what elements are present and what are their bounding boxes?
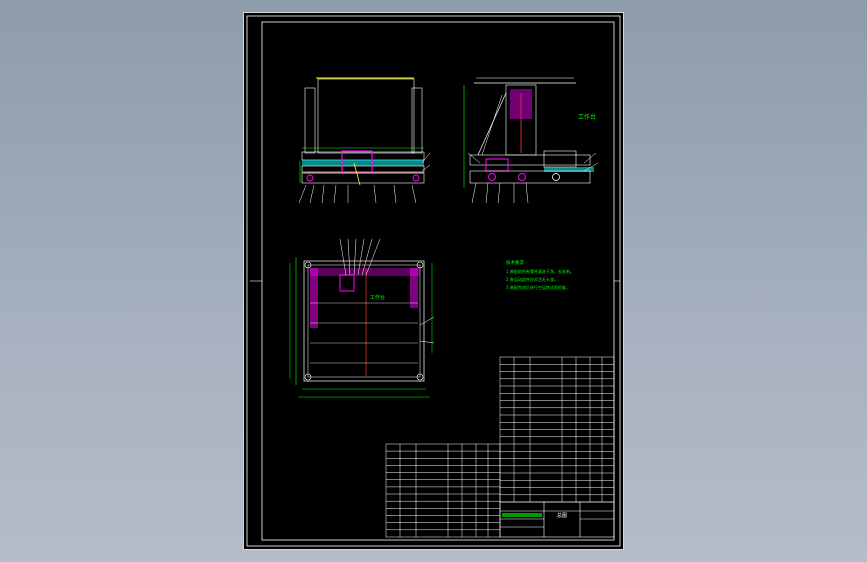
front-wheel-right bbox=[412, 174, 420, 182]
cad-drawing: 工作台 工作台 技术要求 1.装配前所有零件清洗干净，去毛刺。 2.各运动部件应… bbox=[246, 15, 621, 547]
tech-note-2: 2.各运动部件应灵活无卡滞。 bbox=[506, 276, 558, 282]
front-post-right bbox=[411, 87, 423, 154]
plan-view: 工作台 bbox=[289, 238, 435, 398]
outer-border bbox=[246, 15, 621, 547]
tech-note-3: 3.装配完成后进行空运转试验检查。 bbox=[506, 284, 570, 290]
plan-rail-left bbox=[310, 268, 318, 328]
front-lower-frame bbox=[301, 172, 425, 184]
front-slide bbox=[301, 165, 425, 173]
plan-inner-frame bbox=[307, 264, 421, 378]
side-brace bbox=[477, 92, 507, 156]
plan-label: 工作台 bbox=[370, 294, 385, 301]
side-view: 工作台 bbox=[463, 77, 599, 204]
side-wheel-3 bbox=[552, 173, 560, 181]
side-base-plate bbox=[469, 154, 591, 166]
side-view-label: 工作台 bbox=[578, 113, 596, 121]
plan-rail-top bbox=[310, 268, 420, 276]
tech-notes-heading: 技术要求 bbox=[506, 259, 524, 266]
side-wheel-2 bbox=[518, 173, 526, 181]
front-view bbox=[298, 77, 431, 204]
front-accent-line bbox=[353, 162, 361, 186]
title-block: 总图 bbox=[499, 501, 615, 538]
front-wheel-left bbox=[306, 174, 314, 182]
title-green-field bbox=[502, 513, 542, 517]
front-post-left bbox=[304, 87, 316, 154]
parts-list-right bbox=[499, 356, 615, 503]
plan-drive-unit bbox=[339, 274, 355, 292]
side-wheel-1 bbox=[488, 173, 496, 181]
side-brace-inner bbox=[481, 94, 503, 156]
parts-list-left bbox=[385, 443, 501, 538]
side-leaders bbox=[467, 152, 599, 204]
technical-notes: 技术要求 1.装配前所有零件清洗干净，去毛刺。 2.各运动部件应灵活无卡滞。 3… bbox=[506, 259, 574, 290]
side-motor bbox=[543, 150, 577, 168]
tech-note-1: 1.装配前所有零件清洗干净，去毛刺。 bbox=[506, 268, 574, 274]
title-text: 总图 bbox=[557, 512, 567, 519]
front-rail bbox=[302, 160, 424, 166]
drawing-sheet: 工作台 工作台 技术要求 1.装配前所有零件清洗干净，去毛刺。 2.各运动部件应… bbox=[243, 12, 624, 550]
front-panel bbox=[317, 78, 415, 154]
